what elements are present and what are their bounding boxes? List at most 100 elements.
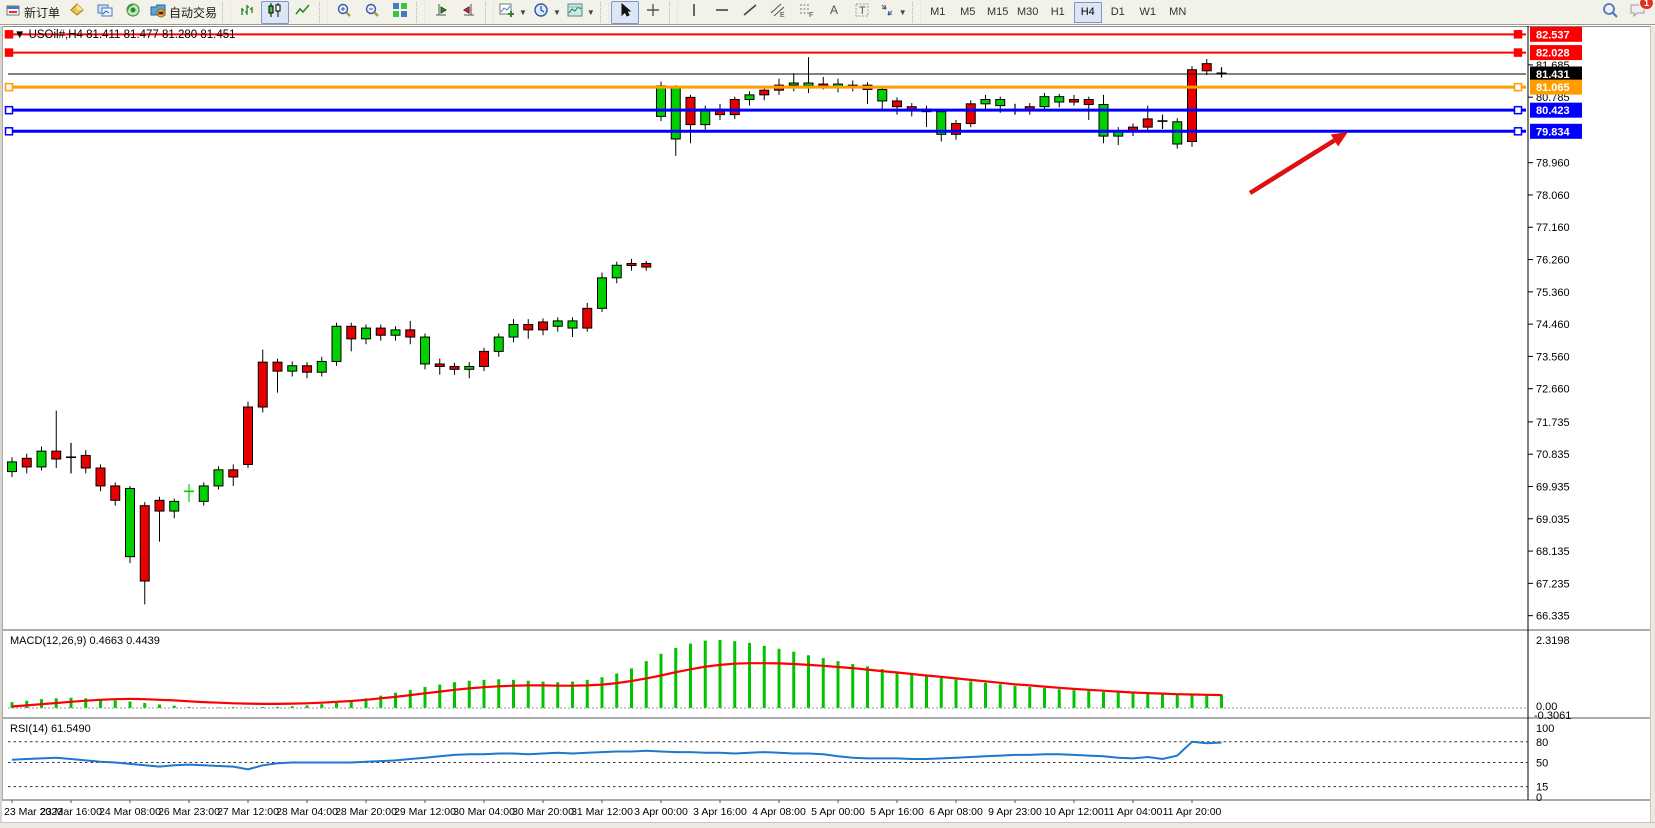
chevron-down-icon[interactable]: ▼ — [587, 8, 595, 17]
toolbar-separator — [319, 2, 328, 23]
price-tick-label: 72.660 — [1536, 384, 1570, 396]
timeframe-button-d1[interactable]: D1 — [1104, 2, 1132, 23]
crosshair-button[interactable] — [639, 1, 667, 24]
toolbar-button-label: 自动交易 — [169, 4, 217, 21]
zoom-out-button[interactable] — [358, 1, 386, 24]
svg-text:E: E — [780, 12, 785, 18]
signals-icon-icon — [125, 2, 141, 23]
time-tick-label: 11 Apr 04:00 — [1104, 806, 1163, 818]
timeframe-button-mn[interactable]: MN — [1164, 2, 1192, 23]
macd-tick-label: -0.3061 — [1534, 710, 1571, 722]
chart-canvas[interactable]: ▼ USOil#,H4 81.411 81.477 81.280 81.4518… — [0, 26, 1655, 828]
new-order-button[interactable]: 新订单 — [2, 1, 63, 24]
rsi-tick-label: 0 — [1536, 792, 1542, 804]
line-handle[interactable] — [1515, 49, 1522, 56]
chevron-down-icon[interactable]: ▼ — [899, 8, 907, 17]
trendline-button[interactable] — [736, 1, 764, 24]
indicators-icon — [499, 2, 515, 23]
line-handle[interactable] — [6, 31, 13, 38]
line-handle[interactable] — [6, 84, 13, 91]
line-chart-button[interactable] — [289, 1, 317, 24]
arrows-button[interactable]: ▼ — [876, 1, 910, 24]
arrows-icon — [879, 2, 895, 23]
timeframe-button-m1[interactable]: M1 — [924, 2, 952, 23]
notification-count-badge: 1 — [1639, 0, 1654, 10]
timeframe-button-h4[interactable]: H4 — [1074, 2, 1102, 23]
price-tick-label: 75.360 — [1536, 287, 1570, 299]
time-tick-label: 3 Apr 00:00 — [634, 806, 688, 818]
price-tick-label: 76.260 — [1536, 255, 1570, 267]
tile-windows-icon — [392, 2, 408, 23]
bar-chart-icon — [239, 2, 255, 23]
profile-icon-button[interactable] — [91, 1, 119, 24]
price-badge-82.028: 82.028 — [1530, 45, 1582, 60]
price-tick-label: 69.035 — [1536, 514, 1570, 526]
vertical-line-button[interactable] — [680, 1, 708, 24]
notifications-icon[interactable]: 1 — [1629, 1, 1647, 24]
cursor-button[interactable] — [611, 1, 639, 24]
time-tick-label: 4 Apr 08:00 — [752, 806, 806, 818]
window-right-edge — [1650, 26, 1655, 828]
periods-button[interactable]: ▼ — [530, 1, 564, 24]
price-tick-label: 73.560 — [1536, 351, 1570, 363]
chart-shift-button[interactable] — [455, 1, 483, 24]
timeframe-button-m15[interactable]: M15 — [984, 2, 1012, 23]
svg-text:82.028: 82.028 — [1536, 48, 1570, 60]
search-icon[interactable] — [1601, 1, 1619, 24]
metaeditor-icon-icon — [69, 2, 85, 23]
autotrading-button[interactable]: 自动交易 — [147, 1, 220, 24]
price-badge-81.431: 81.431 — [1530, 67, 1582, 82]
templates-button[interactable]: ▼ — [564, 1, 598, 24]
trading-terminal-window: 新订单 自动交易 ▼ ▼ ▼ E FA T ▼ M1M5M15M30H1H4D1W1MN 1 ▼ U… — [0, 0, 1655, 828]
autotrading-icon — [150, 2, 166, 23]
price-tick-label: 78.060 — [1536, 190, 1570, 202]
zoom-in-button[interactable] — [330, 1, 358, 24]
timeframe-button-m30[interactable]: M30 — [1014, 2, 1042, 23]
time-tick-label: 28 Mar 04:00 — [276, 806, 338, 818]
chevron-down-icon[interactable]: ▼ — [519, 8, 527, 17]
svg-text:82.537: 82.537 — [1536, 29, 1570, 41]
price-badge-80.423: 80.423 — [1530, 103, 1582, 118]
svg-text:T: T — [859, 5, 866, 17]
trendline-icon — [742, 2, 758, 23]
profile-icon-icon — [97, 2, 113, 23]
signals-icon-button[interactable] — [119, 1, 147, 24]
price-tick-label: 71.735 — [1536, 417, 1570, 429]
equidistant-channel-button[interactable]: E — [764, 1, 792, 24]
text-button[interactable]: A — [820, 1, 848, 24]
equidistant-channel-icon: E — [770, 2, 786, 23]
svg-text:A: A — [830, 3, 838, 17]
toolbar-separator — [416, 2, 425, 23]
svg-text:79.834: 79.834 — [1536, 126, 1571, 138]
line-handle[interactable] — [1515, 84, 1522, 91]
fibonacci-button[interactable]: F — [792, 1, 820, 24]
timeframe-button-m5[interactable]: M5 — [954, 2, 982, 23]
chart-area[interactable]: ▼ USOil#,H4 81.411 81.477 81.280 81.4518… — [0, 26, 1655, 828]
templates-icon — [567, 2, 583, 23]
bar-chart-button[interactable] — [233, 1, 261, 24]
price-tick-label: 77.160 — [1536, 222, 1570, 234]
timeframe-button-w1[interactable]: W1 — [1134, 2, 1162, 23]
line-handle[interactable] — [1515, 31, 1522, 38]
toolbar-separator — [600, 2, 609, 23]
tile-windows-button[interactable] — [386, 1, 414, 24]
price-tick-label: 68.135 — [1536, 546, 1570, 558]
timeframe-button-h1[interactable]: H1 — [1044, 2, 1072, 23]
indicators-button[interactable]: ▼ — [496, 1, 530, 24]
metaeditor-icon-button[interactable] — [63, 1, 91, 24]
horizontal-line-button[interactable] — [708, 1, 736, 24]
toolbar-separator — [669, 2, 678, 23]
chevron-down-icon[interactable]: ▼ — [553, 8, 561, 17]
line-handle[interactable] — [6, 49, 13, 56]
line-handle[interactable] — [6, 107, 13, 114]
line-handle[interactable] — [1515, 107, 1522, 114]
time-tick-label: 5 Apr 16:00 — [870, 806, 924, 818]
candlestick-button[interactable] — [261, 1, 289, 24]
line-handle[interactable] — [1515, 128, 1522, 135]
toolbar-separator — [485, 2, 494, 23]
line-handle[interactable] — [6, 128, 13, 135]
auto-scroll-button[interactable] — [427, 1, 455, 24]
zoom-in-icon — [336, 2, 352, 23]
text-label-button[interactable]: T — [848, 1, 876, 24]
time-tick-label: 31 Mar 12:00 — [571, 806, 633, 818]
